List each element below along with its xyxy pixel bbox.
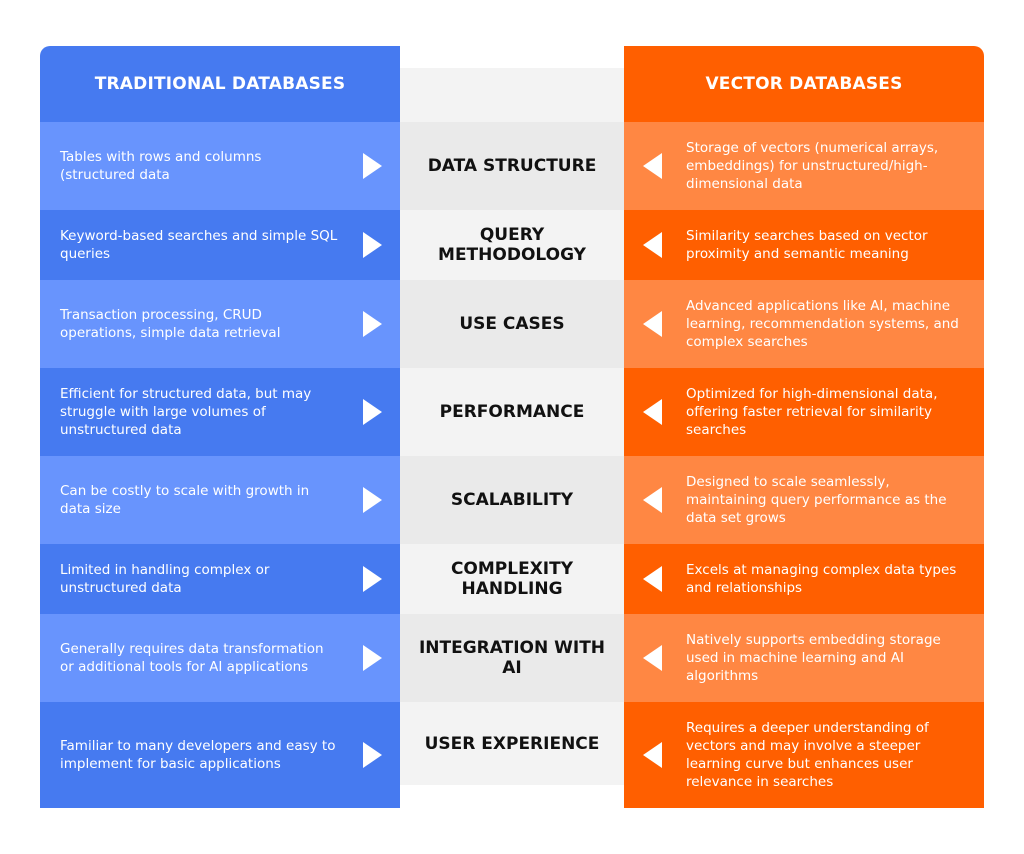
- criterion-performance: PERFORMANCE: [400, 368, 624, 456]
- criterion-complexity-handling: COMPLEXITY HANDLING: [400, 544, 624, 614]
- arrow-left-icon: [643, 399, 662, 425]
- vector-cell-data-structure: Storage of vectors (numerical arrays, em…: [624, 122, 984, 210]
- criterion-user-experience: USER EXPERIENCE: [400, 702, 624, 785]
- traditional-cell-scalability: Can be costly to scale with growth in da…: [40, 456, 400, 544]
- vector-column: VECTOR DATABASES Storage of vectors (num…: [624, 46, 984, 808]
- traditional-cell-use-cases: Transaction processing, CRUD operations,…: [40, 280, 400, 368]
- traditional-cell-complexity-handling: Limited in handling complex or unstructu…: [40, 544, 400, 614]
- arrow-left-icon: [643, 487, 662, 513]
- criteria-header-spacer: [400, 68, 624, 122]
- arrow-right-icon: [363, 311, 382, 337]
- criterion-data-structure: DATA STRUCTURE: [400, 122, 624, 210]
- arrow-right-icon: [363, 232, 382, 258]
- criterion-integration-with-ai: INTEGRATION WITH AI: [400, 614, 624, 702]
- arrow-right-icon: [363, 645, 382, 671]
- arrow-left-icon: [643, 311, 662, 337]
- traditional-cell-data-structure: Tables with rows and columns (structured…: [40, 122, 400, 210]
- criteria-column: DATA STRUCTURE QUERY METHODOLOGY USE CAS…: [400, 46, 624, 785]
- arrow-right-icon: [363, 566, 382, 592]
- criterion-query-methodology: QUERY METHODOLOGY: [400, 210, 624, 280]
- traditional-cell-query-methodology: Keyword-based searches and simple SQL qu…: [40, 210, 400, 280]
- vector-cell-complexity-handling: Excels at managing complex data types an…: [624, 544, 984, 614]
- criterion-use-cases: USE CASES: [400, 280, 624, 368]
- arrow-left-icon: [643, 645, 662, 671]
- vector-cell-scalability: Designed to scale seamlessly, maintainin…: [624, 456, 984, 544]
- arrow-left-icon: [643, 153, 662, 179]
- vector-cell-query-methodology: Similarity searches based on vector prox…: [624, 210, 984, 280]
- traditional-cell-integration-with-ai: Generally requires data transformation o…: [40, 614, 400, 702]
- traditional-header: TRADITIONAL DATABASES: [40, 46, 400, 122]
- vector-cell-user-experience: Requires a deeper understanding of vecto…: [624, 702, 984, 808]
- arrow-left-icon: [643, 232, 662, 258]
- vector-cell-use-cases: Advanced applications like AI, machine l…: [624, 280, 984, 368]
- traditional-column: TRADITIONAL DATABASES Tables with rows a…: [40, 46, 400, 808]
- arrow-left-icon: [643, 742, 662, 768]
- arrow-right-icon: [363, 153, 382, 179]
- vector-header: VECTOR DATABASES: [624, 46, 984, 122]
- vector-cell-integration-with-ai: Natively supports embedding storage used…: [624, 614, 984, 702]
- arrow-left-icon: [643, 566, 662, 592]
- arrow-right-icon: [363, 399, 382, 425]
- traditional-cell-performance: Efficient for structured data, but may s…: [40, 368, 400, 456]
- arrow-right-icon: [363, 742, 382, 768]
- arrow-right-icon: [363, 487, 382, 513]
- vector-cell-performance: Optimized for high-dimensional data, off…: [624, 368, 984, 456]
- criterion-scalability: SCALABILITY: [400, 456, 624, 544]
- traditional-cell-user-experience: Familiar to many developers and easy to …: [40, 702, 400, 808]
